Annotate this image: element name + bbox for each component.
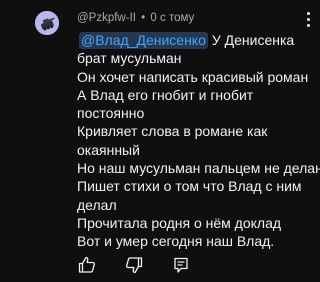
- comment-line: делал: [77, 196, 117, 213]
- mention-link[interactable]: @Влад_Денисенко: [79, 32, 208, 49]
- comment-line: окаянный: [77, 141, 140, 158]
- comment-line: Пишет стихи о том что Влад с ним: [77, 178, 302, 195]
- comment-meta: @Pzkpfw-II • 0 с тому: [77, 10, 194, 26]
- more-options-button[interactable]: [304, 12, 312, 32]
- comment-line: Вот и умер сегодня наш Влад.: [77, 233, 275, 250]
- dislike-button[interactable]: [124, 255, 144, 275]
- thumb-down-icon: [125, 257, 143, 274]
- comment-line-text: У Денисенка: [211, 32, 295, 48]
- avatar[interactable]: [35, 11, 59, 35]
- comment-line: А Влад его гнобит и гнобит: [77, 86, 254, 103]
- avatar-image: [35, 11, 59, 35]
- comment-line: брат мусульман: [77, 50, 182, 67]
- comment-line: Кривляет слова в романе как: [77, 123, 268, 140]
- thumb-up-icon: [78, 256, 96, 273]
- timestamp[interactable]: 0 с тому: [150, 12, 194, 24]
- comment-text: @Влад_Денисенко У Денисенка брат мусульма…: [77, 31, 320, 251]
- reply-button[interactable]: [171, 255, 191, 275]
- more-vertical-icon: [304, 12, 312, 27]
- reply-comment-icon: [174, 257, 188, 273]
- comment-line: постоянно: [77, 105, 145, 122]
- comment-line: Но наш мусульман пальцем не делан: [77, 160, 320, 177]
- comment-line: @Влад_Денисенко У Денисенка: [77, 31, 313, 49]
- like-button[interactable]: [77, 255, 97, 275]
- meta-separator: •: [141, 12, 146, 24]
- author-name[interactable]: @Pzkpfw-II: [77, 12, 136, 24]
- comment-line: Прочитала родня о нём доклад: [77, 214, 282, 231]
- comment: @Pzkpfw-II • 0 с тому @Влад_Денисенко У Д…: [0, 0, 320, 282]
- comment-line: Он хочет написать красивый роман: [77, 68, 309, 85]
